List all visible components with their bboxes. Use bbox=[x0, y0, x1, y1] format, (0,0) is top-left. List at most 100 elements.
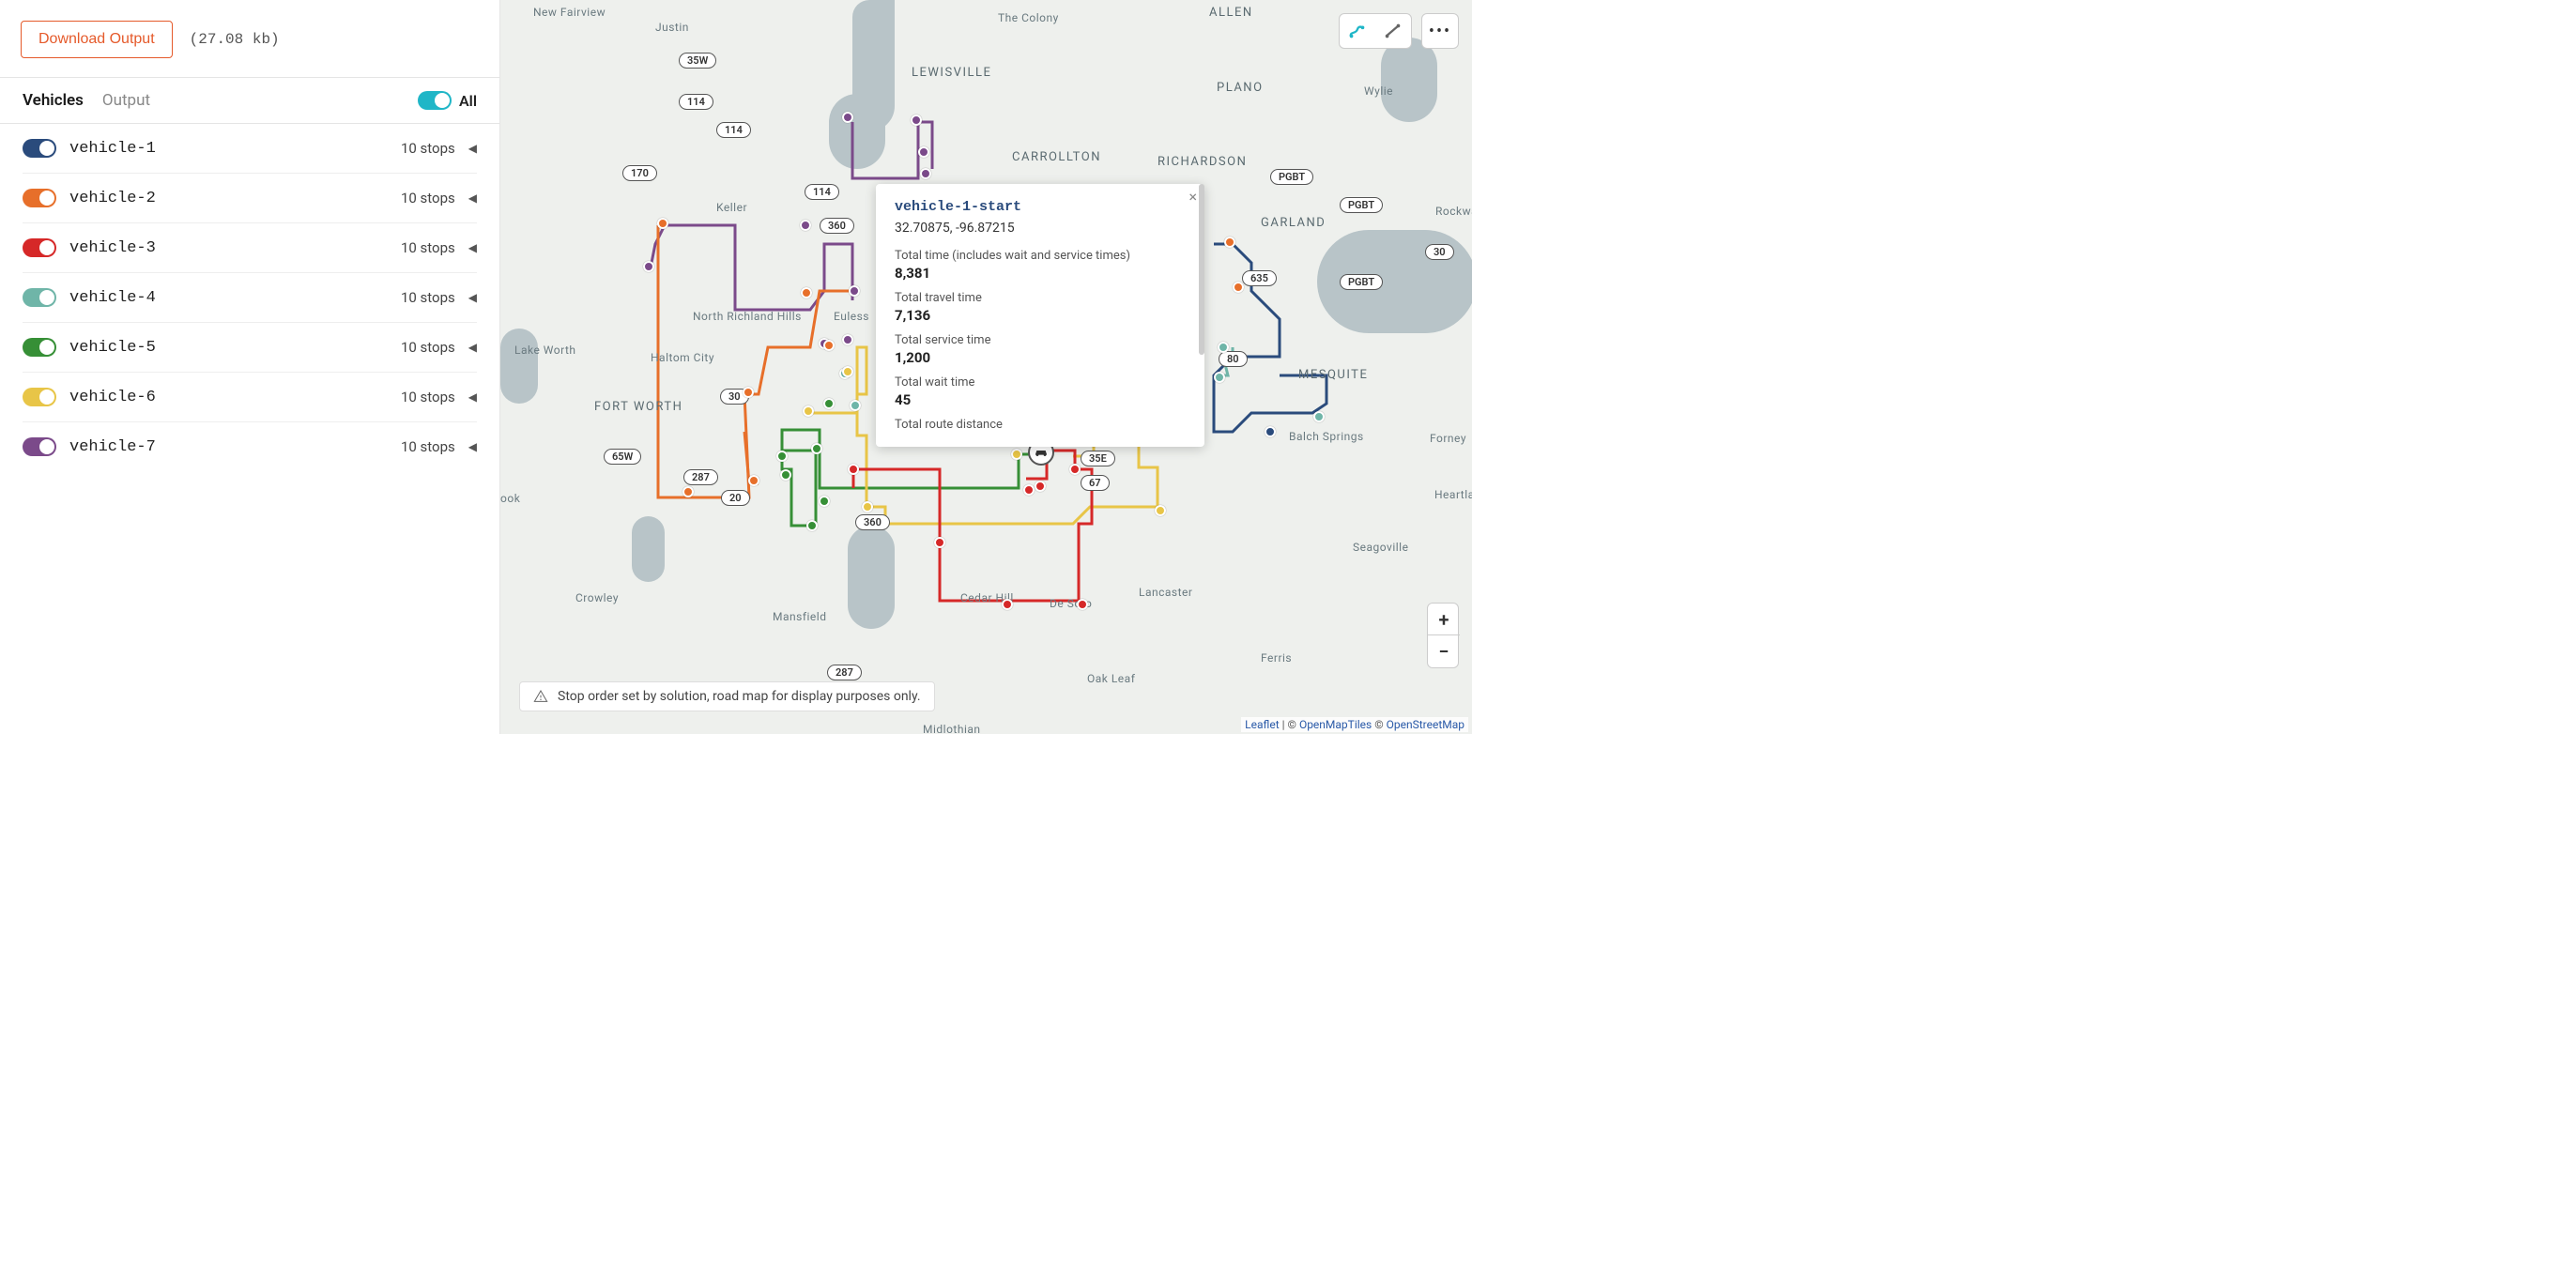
map-city-label: Euless bbox=[834, 310, 869, 323]
vehicle-row[interactable]: vehicle-7 10 stops ◀ bbox=[23, 422, 477, 471]
stop-marker[interactable] bbox=[1077, 599, 1088, 610]
vehicle-row[interactable]: vehicle-5 10 stops ◀ bbox=[23, 323, 477, 373]
stop-marker[interactable] bbox=[1023, 484, 1035, 496]
stop-marker[interactable] bbox=[819, 496, 830, 507]
tab-vehicles[interactable]: Vehicles bbox=[23, 91, 84, 110]
map-city-label: ook bbox=[500, 492, 520, 505]
stop-marker[interactable] bbox=[801, 287, 812, 298]
stop-marker[interactable] bbox=[918, 146, 929, 158]
map-city-label: CARROLLTON bbox=[1012, 150, 1101, 164]
vehicle-toggle[interactable] bbox=[23, 189, 56, 207]
road-badge: 80 bbox=[1219, 351, 1248, 367]
vehicle-toggle[interactable] bbox=[23, 388, 56, 406]
stop-marker[interactable] bbox=[1069, 464, 1081, 475]
vehicle-toggle[interactable] bbox=[23, 288, 56, 307]
stop-marker[interactable] bbox=[643, 261, 654, 272]
map-city-label: Midlothian bbox=[923, 723, 981, 734]
stop-marker[interactable] bbox=[842, 112, 853, 123]
vehicle-toggle[interactable] bbox=[23, 437, 56, 456]
stop-marker[interactable] bbox=[1002, 599, 1013, 610]
map-city-label: Keller bbox=[716, 201, 747, 214]
stop-marker[interactable] bbox=[803, 405, 814, 417]
close-icon[interactable]: × bbox=[1188, 188, 1197, 206]
stop-marker[interactable] bbox=[1313, 411, 1325, 422]
stop-marker[interactable] bbox=[920, 168, 931, 179]
map-city-label: Forney bbox=[1430, 432, 1466, 445]
stop-marker[interactable] bbox=[911, 115, 922, 126]
stop-marker[interactable] bbox=[1218, 342, 1229, 353]
stop-marker[interactable] bbox=[842, 334, 853, 345]
stop-marker[interactable] bbox=[776, 451, 788, 462]
stop-marker[interactable] bbox=[682, 486, 694, 497]
stop-marker[interactable] bbox=[1224, 237, 1235, 248]
stop-marker[interactable] bbox=[657, 218, 668, 229]
chevron-left-icon[interactable]: ◀ bbox=[468, 241, 477, 254]
popup-scrollbar[interactable] bbox=[1199, 184, 1204, 355]
tabs-row: Vehicles Output All bbox=[0, 78, 499, 124]
stop-marker[interactable] bbox=[1233, 282, 1244, 293]
stop-marker[interactable] bbox=[842, 366, 853, 377]
chevron-left-icon[interactable]: ◀ bbox=[468, 191, 477, 205]
popup-metric-label: Total travel time bbox=[895, 291, 1186, 305]
vehicle-toggle[interactable] bbox=[23, 139, 56, 158]
popup-metric-value: 45 bbox=[895, 391, 1186, 408]
tab-output[interactable]: Output bbox=[102, 91, 150, 110]
stop-marker[interactable] bbox=[806, 520, 818, 531]
stop-marker[interactable] bbox=[848, 464, 859, 475]
stop-marker[interactable] bbox=[823, 340, 835, 351]
stop-marker[interactable] bbox=[800, 220, 811, 231]
stop-marker[interactable] bbox=[780, 469, 791, 481]
stop-marker[interactable] bbox=[850, 400, 861, 411]
route-straight-button[interactable] bbox=[1375, 21, 1411, 41]
zoom-out-button[interactable]: − bbox=[1428, 635, 1460, 667]
map-area[interactable]: New FairviewJustinThe ColonyALLENLEWISVI… bbox=[500, 0, 1472, 734]
popup-metric-label: Total route distance bbox=[895, 418, 1186, 432]
leaflet-link[interactable]: Leaflet bbox=[1245, 718, 1279, 731]
road-badge: PGBT bbox=[1340, 274, 1383, 290]
chevron-left-icon[interactable]: ◀ bbox=[468, 390, 477, 404]
stop-marker[interactable] bbox=[748, 475, 759, 486]
stop-marker[interactable] bbox=[1214, 372, 1225, 383]
zoom-control: + − bbox=[1427, 603, 1459, 668]
vehicle-toggle[interactable] bbox=[23, 238, 56, 257]
more-icon: ••• bbox=[1429, 22, 1451, 41]
vehicle-row[interactable]: vehicle-1 10 stops ◀ bbox=[23, 124, 477, 174]
vehicle-row[interactable]: vehicle-4 10 stops ◀ bbox=[23, 273, 477, 323]
chevron-left-icon[interactable]: ◀ bbox=[468, 291, 477, 304]
vehicle-row[interactable]: vehicle-3 10 stops ◀ bbox=[23, 223, 477, 273]
road-badge: PGBT bbox=[1270, 169, 1313, 185]
openstreetmap-link[interactable]: OpenStreetMap bbox=[1387, 718, 1464, 731]
zoom-in-button[interactable]: + bbox=[1428, 604, 1460, 635]
stop-marker[interactable] bbox=[862, 501, 873, 512]
vehicle-row[interactable]: vehicle-2 10 stops ◀ bbox=[23, 174, 477, 223]
stop-marker[interactable] bbox=[849, 285, 860, 297]
vehicle-row[interactable]: vehicle-6 10 stops ◀ bbox=[23, 373, 477, 422]
openmaptiles-link[interactable]: OpenMapTiles bbox=[1299, 718, 1372, 731]
stop-marker[interactable] bbox=[1155, 505, 1166, 516]
vehicle-toggle[interactable] bbox=[23, 338, 56, 357]
popup-metric-value: 8,381 bbox=[895, 265, 1186, 282]
stop-marker[interactable] bbox=[1011, 449, 1022, 460]
more-options-button[interactable]: ••• bbox=[1422, 22, 1458, 41]
road-badge: 114 bbox=[805, 184, 839, 200]
vehicle-stops: 10 stops bbox=[401, 389, 455, 405]
road-badge: 170 bbox=[622, 165, 657, 181]
stop-marker[interactable] bbox=[1265, 426, 1276, 437]
road-badge: 35E bbox=[1081, 451, 1115, 466]
stop-marker[interactable] bbox=[743, 387, 754, 398]
vehicle-name: vehicle-2 bbox=[69, 190, 401, 207]
route-curve-button[interactable] bbox=[1340, 21, 1375, 41]
vehicle-name: vehicle-6 bbox=[69, 389, 401, 406]
stop-marker[interactable] bbox=[1035, 481, 1046, 492]
vehicle-name: vehicle-3 bbox=[69, 239, 401, 257]
stop-marker[interactable] bbox=[811, 443, 822, 454]
toggle-all[interactable] bbox=[418, 91, 452, 110]
map-controls-top-right: ••• bbox=[1339, 13, 1459, 49]
download-output-button[interactable]: Download Output bbox=[21, 21, 173, 58]
chevron-left-icon[interactable]: ◀ bbox=[468, 142, 477, 155]
chevron-left-icon[interactable]: ◀ bbox=[468, 440, 477, 453]
stop-marker[interactable] bbox=[934, 537, 945, 548]
stop-marker[interactable] bbox=[823, 398, 835, 409]
road-badge: 30 bbox=[1425, 244, 1454, 260]
chevron-left-icon[interactable]: ◀ bbox=[468, 341, 477, 354]
